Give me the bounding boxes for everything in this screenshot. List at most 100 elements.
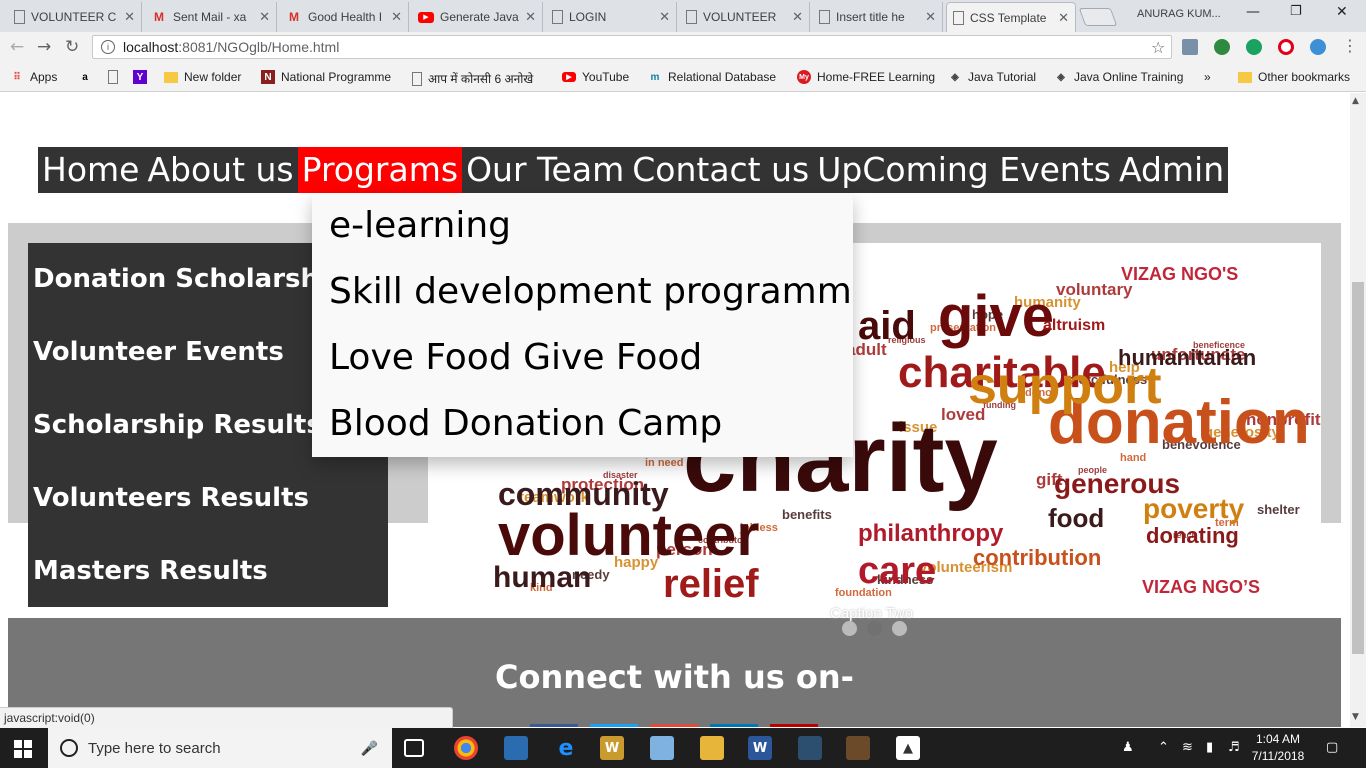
file-explorer-icon[interactable] — [700, 736, 724, 760]
chevron-up-icon[interactable]: ⌃ — [1158, 740, 1169, 755]
nav-item[interactable]: UpComing Events — [813, 147, 1115, 193]
slide-dot-3[interactable] — [892, 621, 907, 636]
edge-icon[interactable]: e — [554, 736, 578, 761]
new-tab-button[interactable] — [1078, 8, 1118, 26]
browser-tab[interactable]: LOGIN ✕ — [546, 2, 677, 32]
scroll-thumb[interactable] — [1352, 282, 1364, 654]
browser-tab[interactable]: ▶ Generate Java ✕ — [412, 2, 543, 32]
bookmark-item[interactable]: Y — [133, 70, 153, 84]
blue-extension-icon[interactable] — [1310, 39, 1326, 55]
nav-item[interactable]: Contact us — [628, 147, 813, 193]
m-icon: m — [650, 71, 660, 83]
clock[interactable]: 1:04 AM 7/11/2018 — [1248, 731, 1308, 765]
app-icon[interactable] — [650, 736, 674, 760]
nav-item[interactable]: Admin — [1115, 147, 1228, 193]
chrome-taskbar-icon[interactable] — [454, 736, 478, 760]
nav-item[interactable]: Our Team — [462, 147, 628, 193]
close-tab-icon[interactable]: ✕ — [792, 9, 803, 25]
slide-dot-1[interactable] — [842, 621, 857, 636]
taskbar-search[interactable]: Type here to search 🎤 — [48, 728, 392, 768]
task-view-icon[interactable] — [404, 739, 424, 757]
nav-item[interactable]: About us — [143, 147, 297, 193]
close-tab-icon[interactable]: ✕ — [391, 9, 402, 25]
profile-name[interactable]: ANURAG KUM... — [1137, 8, 1221, 20]
close-tab-icon[interactable]: ✕ — [259, 9, 270, 25]
bookmark-item[interactable]: ◈ Java Tutorial — [948, 70, 1036, 84]
dropdown-item[interactable]: Skill development programm — [312, 259, 853, 325]
scroll-up-arrow[interactable]: ▲ — [1352, 96, 1359, 106]
minimize-icon[interactable]: — — [1246, 4, 1260, 20]
browser-tab[interactable]: VOLUNTEER C ✕ — [8, 2, 142, 32]
chrome-menu-icon[interactable]: ⋮ — [1342, 36, 1358, 55]
doc-icon — [953, 10, 964, 25]
slide-dot-2[interactable] — [867, 621, 882, 636]
word-icon[interactable]: W — [748, 736, 772, 760]
sql-icon[interactable] — [798, 736, 822, 760]
notifications-icon[interactable]: ▢ — [1326, 740, 1338, 755]
close-tab-icon[interactable]: ✕ — [925, 9, 936, 25]
bookmark-item[interactable]: आप में कोनसी 6 अनोखे — [412, 70, 533, 87]
bookmark-item[interactable]: a — [78, 70, 98, 84]
folder-icon — [1238, 71, 1252, 83]
globe-extension-icon[interactable] — [1214, 39, 1230, 55]
browser-tab[interactable]: VOLUNTEER ✕ — [680, 2, 810, 32]
bookmark-item[interactable]: ◈ Java Online Training — [1054, 70, 1183, 84]
bookmark-item[interactable]: ▶ YouTube — [562, 70, 629, 84]
extension-icon[interactable] — [1182, 39, 1198, 55]
windows-start-icon[interactable] — [14, 740, 32, 758]
bookmark-item[interactable]: ⠿ Apps — [10, 70, 57, 84]
social-button[interactable] — [530, 724, 578, 727]
gmail-icon: M — [154, 10, 164, 24]
opera-icon[interactable] — [1278, 39, 1294, 55]
volume-icon[interactable]: ♬ — [1228, 740, 1240, 755]
page-icon — [412, 71, 422, 86]
close-tab-icon[interactable]: ✕ — [525, 9, 536, 25]
game-icon[interactable] — [846, 736, 870, 760]
close-tab-icon[interactable]: ✕ — [659, 9, 670, 25]
bookmark-item[interactable]: New folder — [164, 70, 241, 84]
browser-tab[interactable]: M Sent Mail - xa ✕ — [145, 2, 277, 32]
dropdown-item[interactable]: Blood Donation Camp — [312, 391, 853, 457]
browser-tab[interactable]: M Good Health I ✕ — [280, 2, 409, 32]
social-button[interactable] — [590, 724, 638, 727]
people-icon[interactable]: ♟ — [1122, 740, 1134, 755]
bookmark-item[interactable]: Other bookmarks — [1238, 70, 1350, 84]
bookmark-item[interactable]: My Home-FREE Learning — [797, 70, 935, 84]
sidebar-link[interactable]: Masters Results — [28, 535, 388, 608]
forward-icon[interactable]: → — [37, 37, 51, 57]
social-button[interactable] — [650, 724, 698, 727]
bookmark-item[interactable]: » — [1204, 70, 1211, 84]
close-tab-icon[interactable]: ✕ — [1058, 10, 1069, 26]
back-icon[interactable]: ← — [10, 37, 24, 57]
bookmark-item[interactable]: m Relational Database — [648, 70, 777, 84]
address-bar[interactable]: i localhost:8081/NGOglb/Home.html — [92, 35, 1172, 59]
close-tab-icon[interactable]: ✕ — [124, 9, 135, 25]
bookmark-item[interactable]: N National Programme — [261, 70, 391, 84]
writer-icon[interactable]: W — [600, 736, 624, 760]
microphone-icon[interactable]: 🎤 — [361, 740, 378, 757]
photos-icon[interactable]: ▲ — [896, 736, 920, 760]
page-icon — [108, 70, 118, 84]
battery-icon[interactable]: ▮ — [1206, 740, 1213, 755]
app-taskbar-icon[interactable] — [504, 736, 528, 760]
dropdown-item[interactable]: Love Food Give Food — [312, 325, 853, 391]
browser-tab[interactable]: Insert title he ✕ — [813, 2, 943, 32]
sidebar-link[interactable]: Volunteers Results — [28, 462, 388, 535]
dropdown-item[interactable]: e-learning — [312, 193, 853, 259]
green-extension-icon[interactable] — [1246, 39, 1262, 55]
nav-item[interactable]: Home — [38, 147, 143, 193]
close-window-icon[interactable]: ✕ — [1336, 4, 1348, 20]
social-button[interactable] — [710, 724, 758, 727]
wifi-icon[interactable]: ≋ — [1182, 740, 1193, 755]
reload-icon[interactable]: ↻ — [65, 37, 79, 57]
restore-icon[interactable]: ❐ — [1290, 4, 1302, 19]
nav-item[interactable]: Programs — [297, 147, 463, 193]
scroll-down-arrow[interactable]: ▼ — [1352, 712, 1359, 722]
tab-strip: VOLUNTEER C ✕ M Sent Mail - xa ✕ M Good Health… — [0, 0, 1366, 32]
social-button[interactable] — [770, 724, 818, 727]
browser-tab[interactable]: CSS Template ✕ — [946, 2, 1076, 32]
bookmark-item[interactable] — [108, 70, 124, 84]
status-bubble: javascript:void(0) — [0, 707, 453, 728]
bookmark-star-icon[interactable]: ☆ — [1151, 38, 1165, 57]
info-icon[interactable]: i — [101, 40, 115, 54]
